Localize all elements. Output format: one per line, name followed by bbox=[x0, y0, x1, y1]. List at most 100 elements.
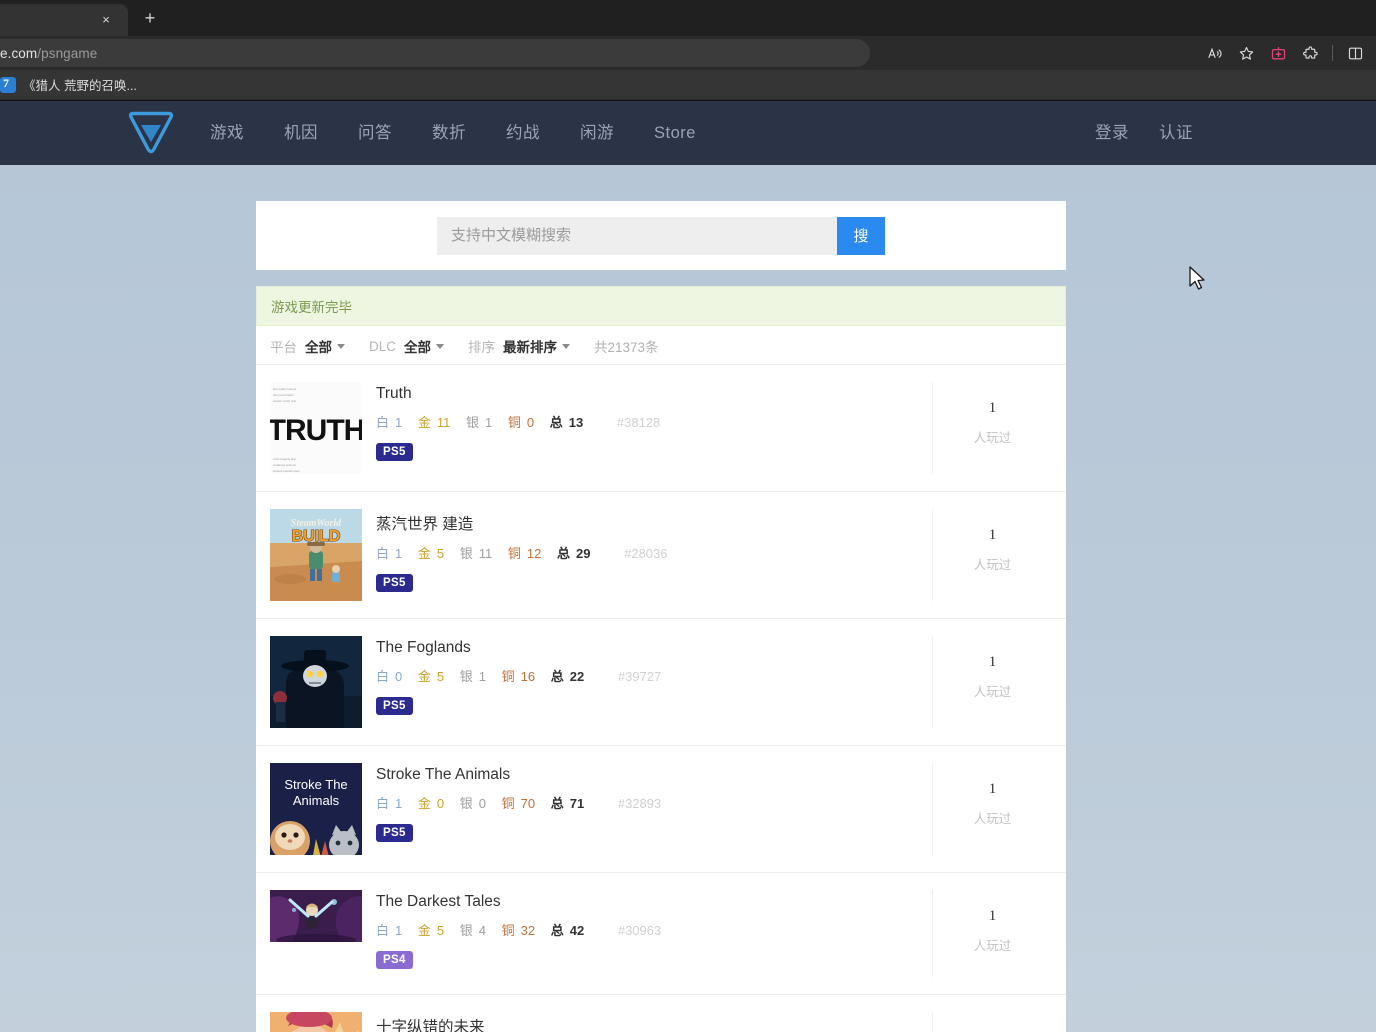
address-bar: e.com/psngame bbox=[0, 36, 1376, 70]
site-nav-links: 游戏 机因 问答 数折 约战 闲游 Store bbox=[190, 101, 716, 165]
account-links: 登录 认证 bbox=[1080, 101, 1208, 165]
game-thumbnail[interactable] bbox=[270, 890, 362, 942]
login-link[interactable]: 登录 bbox=[1080, 101, 1144, 165]
browser-tab[interactable]: × bbox=[0, 4, 128, 36]
sort-filter-dropdown[interactable]: 最新排序 bbox=[503, 336, 571, 356]
platinum-label: 白 bbox=[376, 669, 390, 684]
game-title[interactable]: Truth bbox=[376, 385, 932, 403]
gold-count: 0 bbox=[436, 796, 445, 811]
trophy-counts: 白1 金 11 银1 铜0 总 13 #38128 bbox=[376, 412, 932, 431]
game-thumbnail[interactable] bbox=[270, 636, 362, 728]
nav-item-3[interactable]: 数折 bbox=[412, 101, 486, 165]
search-form: 搜 bbox=[437, 216, 885, 255]
played-stats: 1 人玩过 bbox=[932, 636, 1052, 728]
platform-filter-value: 全部 bbox=[305, 340, 332, 355]
table-row[interactable]: lies reality honest fact proof belief cer… bbox=[256, 364, 1066, 491]
silver-label: 银 bbox=[459, 669, 473, 684]
toolbar-actions bbox=[1199, 36, 1370, 70]
nav-item-2[interactable]: 问答 bbox=[338, 101, 412, 165]
game-title[interactable]: 十字纵错的未来 bbox=[376, 1015, 932, 1032]
played-label: 人玩过 bbox=[973, 431, 1012, 445]
extensions-puzzle-icon[interactable] bbox=[1295, 40, 1325, 66]
silver-label: 银 bbox=[459, 546, 473, 561]
favorite-star-icon[interactable] bbox=[1231, 40, 1261, 66]
site-logo[interactable] bbox=[126, 111, 176, 155]
close-tab-icon[interactable]: × bbox=[96, 10, 116, 30]
extension-badge-icon[interactable] bbox=[1263, 40, 1293, 66]
game-title[interactable]: The Foglands bbox=[376, 639, 932, 657]
verify-link[interactable]: 认证 bbox=[1144, 101, 1208, 165]
total-label: 总 bbox=[557, 546, 571, 561]
game-title[interactable]: The Darkest Tales bbox=[376, 893, 932, 911]
split-screen-icon[interactable] bbox=[1340, 40, 1370, 66]
sort-filter-value: 最新排序 bbox=[503, 340, 558, 355]
game-info: 蒸汽世界 建造 白1 金5 银 11 铜 12 总 29 #28036 PS5 bbox=[376, 509, 932, 592]
table-row[interactable]: Stroke The Animals Stroke The Animals 白 … bbox=[256, 745, 1066, 872]
bookmarks-bar: 《猎人 荒野的召唤... bbox=[0, 70, 1376, 100]
search-card: 搜 bbox=[256, 201, 1066, 270]
total-count: 22 bbox=[569, 669, 585, 684]
trophy-counts: 白1 金0 银0 铜 70 总 71 #32893 bbox=[376, 793, 932, 812]
total-label: 总 bbox=[550, 796, 564, 811]
bronze-label: 铜 bbox=[501, 669, 515, 684]
url-domain: e.com bbox=[0, 45, 38, 61]
bookmark-item[interactable]: 《猎人 荒野的召唤... bbox=[0, 75, 145, 94]
svg-text:trust integrity law: trust integrity law bbox=[273, 457, 296, 461]
silver-count: 4 bbox=[478, 923, 486, 938]
nav-item-4[interactable]: 约战 bbox=[486, 101, 560, 165]
platform-filter-dropdown[interactable]: 全部 bbox=[305, 336, 345, 356]
dlc-filter-value: 全部 bbox=[404, 340, 432, 355]
dlc-filter-dropdown[interactable]: 全部 bbox=[404, 336, 445, 356]
bronze-count: 32 bbox=[520, 923, 536, 938]
table-row[interactable]: SteamWorld BUILD 蒸汽世界 建造 白1 金5 银 11 铜 12 总… bbox=[256, 491, 1066, 618]
url-text[interactable]: e.com/psngame bbox=[0, 36, 97, 70]
platinum-label: 白 bbox=[376, 415, 390, 430]
total-label: 总 bbox=[549, 415, 563, 430]
game-thumbnail[interactable] bbox=[270, 1012, 362, 1032]
table-row[interactable]: 十字纵错的未来 白1 金7 银11 铜0 总19 #40331 3 人玩过 bbox=[256, 994, 1066, 1032]
nav-item-0[interactable]: 游戏 bbox=[190, 101, 264, 165]
gold-label: 金 bbox=[417, 923, 431, 938]
game-title[interactable]: 蒸汽世界 建造 bbox=[376, 512, 932, 534]
svg-text:certain verify real: certain verify real bbox=[273, 399, 296, 403]
svg-text:evidence science: evidence science bbox=[273, 463, 296, 467]
game-id: #39727 bbox=[617, 669, 662, 684]
url-input[interactable] bbox=[0, 39, 870, 67]
nav-item-1[interactable]: 机因 bbox=[264, 101, 338, 165]
game-thumbnail[interactable]: Stroke The Animals bbox=[270, 763, 362, 855]
total-label: 总 bbox=[550, 669, 564, 684]
game-title[interactable]: Stroke The Animals bbox=[376, 766, 932, 784]
read-aloud-icon[interactable] bbox=[1199, 40, 1229, 66]
played-stats: 1 人玩过 bbox=[932, 763, 1052, 855]
toolbar-divider bbox=[1332, 45, 1333, 61]
game-thumbnail[interactable]: lies reality honest fact proof belief cer… bbox=[270, 382, 362, 474]
game-thumbnail[interactable]: SteamWorld BUILD bbox=[270, 509, 362, 601]
platinum-count: 0 bbox=[395, 669, 403, 684]
played-stats: 1 人玩过 bbox=[932, 509, 1052, 601]
update-banner: 游戏更新完毕 bbox=[256, 286, 1066, 326]
platform-badge: PS5 bbox=[376, 574, 413, 592]
game-info: The Foglands 白0 金5 银1 铜 16 总 22 #39727 PS5 bbox=[376, 636, 932, 715]
nav-item-6[interactable]: Store bbox=[634, 101, 716, 165]
gold-label: 金 bbox=[417, 546, 431, 561]
platinum-count: 1 bbox=[395, 415, 403, 430]
url-path: /psngame bbox=[37, 45, 98, 61]
page-viewport: 游戏 机因 问答 数折 约战 闲游 Store 登录 认证 搜 bbox=[0, 101, 1376, 1032]
bronze-count: 12 bbox=[526, 546, 542, 561]
bronze-count: 0 bbox=[526, 415, 535, 430]
mouse-cursor bbox=[1189, 266, 1205, 290]
gold-count: 5 bbox=[436, 546, 445, 561]
trophy-counts: 白1 金5 银4 铜 32 总 42 #30963 bbox=[376, 920, 932, 939]
played-stats: 3 人玩过 bbox=[932, 1012, 1052, 1032]
total-count: 71 bbox=[569, 796, 585, 811]
search-button[interactable]: 搜 bbox=[837, 216, 885, 255]
table-row[interactable]: The Darkest Tales 白1 金5 银4 铜 32 总 42 #3096… bbox=[256, 872, 1066, 994]
table-row[interactable]: The Foglands 白0 金5 银1 铜 16 总 22 #39727 PS5… bbox=[256, 618, 1066, 745]
nav-item-5[interactable]: 闲游 bbox=[560, 101, 634, 165]
search-input[interactable] bbox=[437, 216, 837, 255]
svg-text:fact proof belief: fact proof belief bbox=[273, 393, 294, 397]
platform-badge: PS5 bbox=[376, 443, 413, 461]
new-tab-button[interactable]: + bbox=[136, 4, 164, 32]
platform-filter-label: 平台 bbox=[270, 340, 297, 355]
chevron-down-icon bbox=[337, 343, 345, 349]
